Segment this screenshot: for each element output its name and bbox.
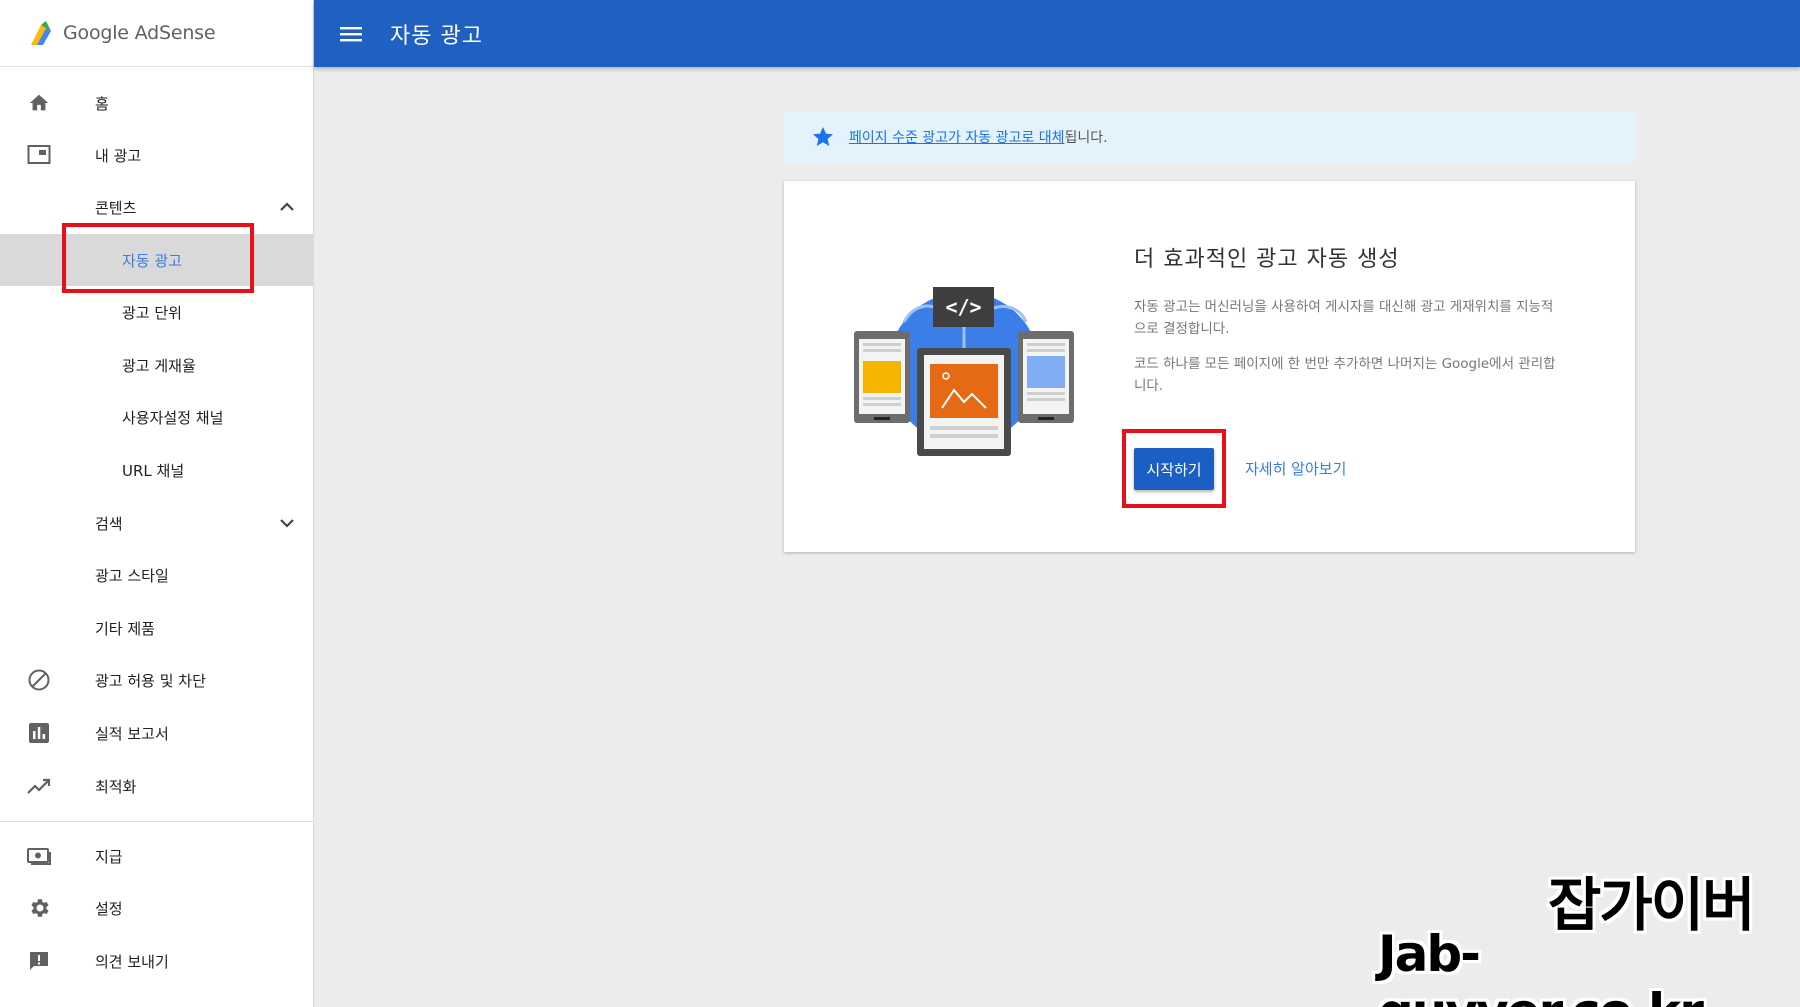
sidebar-item-label: 광고 단위 [122, 303, 182, 322]
adsense-logo-icon [31, 21, 51, 45]
chevron-down-icon[interactable] [278, 514, 296, 532]
ad-units-icon [26, 142, 52, 168]
code-glyph: </> [945, 295, 981, 319]
home-icon [26, 90, 52, 116]
sidebar-item-ad-styles[interactable]: 광고 스타일 [0, 549, 314, 601]
sidebar-item-allow-block-ads[interactable]: 광고 허용 및 차단 [0, 654, 314, 706]
sidebar-item-label: 자동 광고 [122, 251, 182, 270]
chevron-up-icon[interactable] [278, 198, 296, 216]
sidebar-item-label: 광고 허용 및 차단 [95, 671, 206, 690]
menu-button[interactable] [336, 19, 366, 49]
sidebar-item-home[interactable]: 홈 [0, 77, 314, 129]
sidebar: Google AdSense 홈 내 광고 콘텐츠 자동 광고 광고 단위 광고… [0, 0, 314, 1007]
brand-name: Google AdSense [63, 22, 216, 44]
sidebar-item-label: 홈 [95, 94, 109, 113]
sidebar-item-label: 광고 스타일 [95, 566, 169, 585]
notice-suffix: 됩니다. [1064, 130, 1108, 146]
sidebar-item-settings[interactable]: 설정 [0, 882, 314, 934]
sidebar-item-label: 의견 보내기 [95, 952, 169, 971]
watermark-url: Jab-guyver.co.kr [1378, 925, 1704, 1007]
sidebar-item-other-products[interactable]: 기타 제품 [0, 602, 314, 654]
card-description-2: 코드 하나를 모든 페이지에 한 번만 추가하면 나머지는 Google에서 관… [1134, 356, 1556, 394]
sidebar-item-my-ads[interactable]: 내 광고 [0, 129, 314, 181]
notice-link[interactable]: 페이지 수준 광고가 자동 광고로 대체 [849, 130, 1064, 146]
brand-header: Google AdSense [0, 0, 313, 67]
sidebar-item-label: 사용자설정 채널 [122, 408, 224, 427]
sidebar-item-auto-ads[interactable]: 자동 광고 [0, 234, 314, 286]
bar-chart-icon [26, 720, 52, 746]
notice-banner: 페이지 수준 광고가 자동 광고로 대체됩니다. [784, 111, 1635, 163]
trending-up-icon [26, 773, 52, 799]
star-icon [813, 127, 833, 146]
gear-icon [26, 895, 52, 921]
feedback-icon [26, 948, 52, 974]
sidebar-item-label: 실적 보고서 [95, 724, 169, 743]
sidebar-item-optimization[interactable]: 최적화 [0, 760, 314, 812]
app-bar: 자동 광고 [314, 0, 1800, 67]
card-description: 자동 광고는 머신러닝을 사용하여 게시자를 대신해 광고 게재위치를 지능적으… [1134, 299, 1554, 337]
start-button[interactable]: 시작하기 [1134, 448, 1214, 490]
sidebar-item-send-feedback[interactable]: 의견 보내기 [0, 935, 314, 987]
sidebar-item-label: 최적화 [95, 777, 137, 796]
sidebar-item-search[interactable]: 검색 [0, 497, 314, 549]
sidebar-item-label: URL 채널 [122, 461, 185, 480]
sidebar-item-content[interactable]: 콘텐츠 [0, 181, 314, 233]
learn-more-link[interactable]: 자세히 알아보기 [1245, 458, 1346, 479]
sidebar-item-custom-channels[interactable]: 사용자설정 채널 [0, 391, 314, 443]
sidebar-item-ad-units[interactable]: 광고 단위 [0, 286, 314, 338]
sidebar-item-label: 기타 제품 [95, 619, 155, 638]
sidebar-item-reports[interactable]: 실적 보고서 [0, 707, 314, 759]
auto-ads-illustration: </> [854, 287, 1074, 456]
sidebar-item-label: 내 광고 [95, 146, 142, 165]
sidebar-item-label: 설정 [95, 899, 123, 918]
sidebar-item-label: 광고 게재율 [122, 356, 196, 375]
sidebar-item-payments[interactable]: 지급 [0, 830, 314, 882]
page-title: 자동 광고 [390, 23, 483, 49]
sidebar-item-label: 지급 [95, 847, 123, 866]
sidebar-item-url-channels[interactable]: URL 채널 [0, 444, 314, 496]
payments-icon [26, 843, 52, 869]
auto-ads-card: </> 더 효과적인 광고 자동 생성 자동 광고는 머신러닝을 사용하여 게시… [784, 181, 1635, 552]
card-title: 더 효과적인 광고 자동 생성 [1134, 247, 1400, 272]
notice-text: 페이지 수준 광고가 자동 광고로 대체됩니다. [849, 127, 1108, 147]
sidebar-item-ad-balance[interactable]: 광고 게재율 [0, 339, 314, 391]
block-icon [26, 667, 52, 693]
hamburger-icon [340, 26, 362, 41]
sidebar-divider [0, 821, 314, 822]
sidebar-item-label: 콘텐츠 [95, 198, 137, 217]
sidebar-item-label: 검색 [95, 514, 123, 533]
